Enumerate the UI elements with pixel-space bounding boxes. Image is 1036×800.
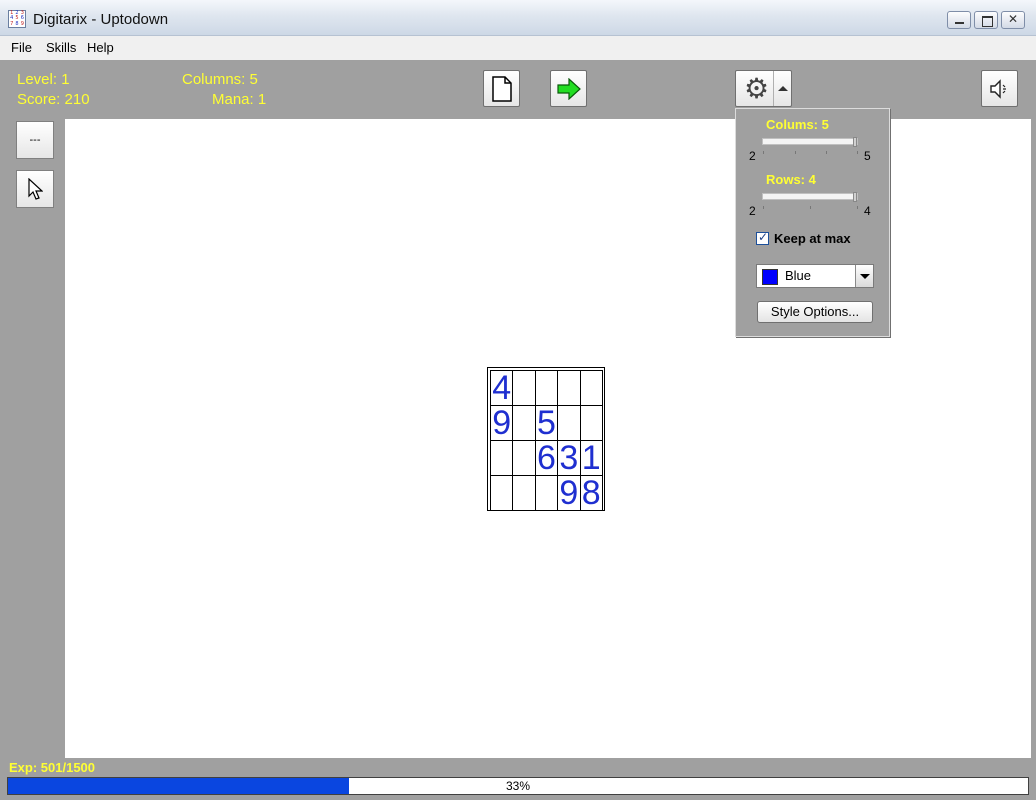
exp-progress-bar: 33% [7, 777, 1029, 795]
window-title-bar: 123456789 Digitarix - Uptodown [0, 0, 1036, 36]
grid-cell[interactable]: 9 [489, 405, 514, 441]
grid-cell[interactable]: 4 [489, 370, 514, 406]
close-button[interactable] [1001, 11, 1025, 29]
new-game-button[interactable] [483, 70, 520, 107]
dash-tool-label: --- [29, 134, 41, 146]
columns-label: Columns: 5 [182, 71, 258, 88]
menu-bar: File Skills Help [0, 36, 1036, 60]
columns-max-label: 5 [864, 149, 871, 163]
grid-cell[interactable]: 6 [534, 440, 559, 476]
grid-cell[interactable] [512, 405, 536, 441]
grid-cell[interactable] [512, 370, 536, 406]
grid-cell[interactable] [557, 405, 581, 441]
settings-dropdown-button[interactable]: ⚙ [735, 70, 792, 107]
grid-cell[interactable]: 9 [557, 475, 581, 511]
grid-cell[interactable]: 8 [579, 475, 603, 511]
grid-cell[interactable] [534, 475, 559, 511]
status-bar: Exp: 501/1500 33% [0, 758, 1036, 800]
slider-tick [795, 151, 796, 154]
menu-skills[interactable]: Skills [46, 40, 76, 55]
grid-row: 95 [489, 405, 603, 441]
grid-row: 98 [489, 475, 603, 511]
keep-at-max-row[interactable]: Keep at max [756, 230, 851, 246]
window-title: Digitarix - Uptodown [33, 11, 169, 28]
rows-min-label: 2 [749, 204, 756, 218]
rows-max-label: 4 [864, 204, 871, 218]
exp-progress-text: 33% [505, 779, 531, 793]
grid-cell[interactable] [489, 475, 514, 511]
chevron-down-icon[interactable] [855, 265, 873, 287]
columns-slider[interactable] [762, 137, 858, 154]
menu-file[interactable]: File [11, 40, 32, 55]
green-arrow-icon [556, 77, 581, 100]
columns-heading: Colums: 5 [766, 117, 829, 132]
next-level-button[interactable] [550, 70, 587, 107]
grid-cell[interactable] [579, 405, 603, 441]
color-select-value: Blue [785, 268, 812, 283]
speaker-muted-icon [989, 78, 1006, 99]
grid-cell[interactable]: 5 [534, 405, 559, 441]
grid-cell[interactable] [512, 440, 536, 476]
grid-cell[interactable] [534, 370, 559, 406]
grid-cell[interactable] [579, 370, 603, 406]
puzzle-grid: 49563198 [487, 367, 605, 511]
puzzle-table: 49563198 [489, 370, 603, 511]
gear-icon: ⚙ [743, 71, 770, 105]
new-page-icon [491, 75, 512, 102]
columns-min-label: 2 [749, 149, 756, 163]
minimize-button[interactable] [947, 11, 971, 29]
style-popup: Colums: 5 2 5 Rows: 4 2 4 Keep at max Bl… [735, 108, 890, 337]
left-tool-panel: --- [0, 119, 65, 758]
keep-at-max-checkbox[interactable] [756, 230, 769, 245]
mana-label: Mana: 1 [212, 91, 267, 108]
slider-tick [763, 206, 764, 209]
slider-tick [826, 151, 827, 154]
app-icon: 123456789 [8, 10, 26, 28]
rows-heading: Rows: 4 [766, 172, 816, 187]
dash-tool-button[interactable]: --- [16, 121, 54, 159]
menu-help[interactable]: Help [87, 40, 114, 55]
pointer-tool-button[interactable] [16, 170, 54, 208]
keep-at-max-label: Keep at max [774, 231, 851, 246]
slider-tick [810, 206, 811, 209]
caret-up-icon[interactable] [773, 71, 791, 106]
right-border [1031, 119, 1036, 758]
rows-slider[interactable] [762, 192, 858, 209]
columns-slider-thumb[interactable] [853, 137, 857, 147]
rows-slider-thumb[interactable] [853, 192, 857, 202]
style-options-button[interactable]: Style Options... [757, 301, 873, 323]
color-swatch [762, 269, 778, 285]
level-label: Level: 1 [17, 71, 70, 88]
sound-toggle-button[interactable] [981, 70, 1018, 107]
grid-cell[interactable]: 1 [579, 440, 603, 476]
slider-tick [857, 206, 858, 209]
color-select[interactable]: Blue [756, 264, 874, 288]
grid-cell[interactable] [557, 370, 581, 406]
grid-cell[interactable] [489, 440, 514, 476]
score-label: Score: 210 [17, 91, 90, 108]
slider-tick [857, 151, 858, 154]
slider-tick [763, 151, 764, 154]
grid-row: 631 [489, 440, 603, 476]
maximize-button[interactable] [974, 11, 998, 29]
exp-label: Exp: 501/1500 [9, 760, 96, 775]
grid-cell[interactable] [512, 475, 536, 511]
cursor-arrow-icon [28, 178, 43, 200]
grid-row: 4 [489, 370, 603, 406]
grid-cell[interactable]: 3 [557, 440, 581, 476]
